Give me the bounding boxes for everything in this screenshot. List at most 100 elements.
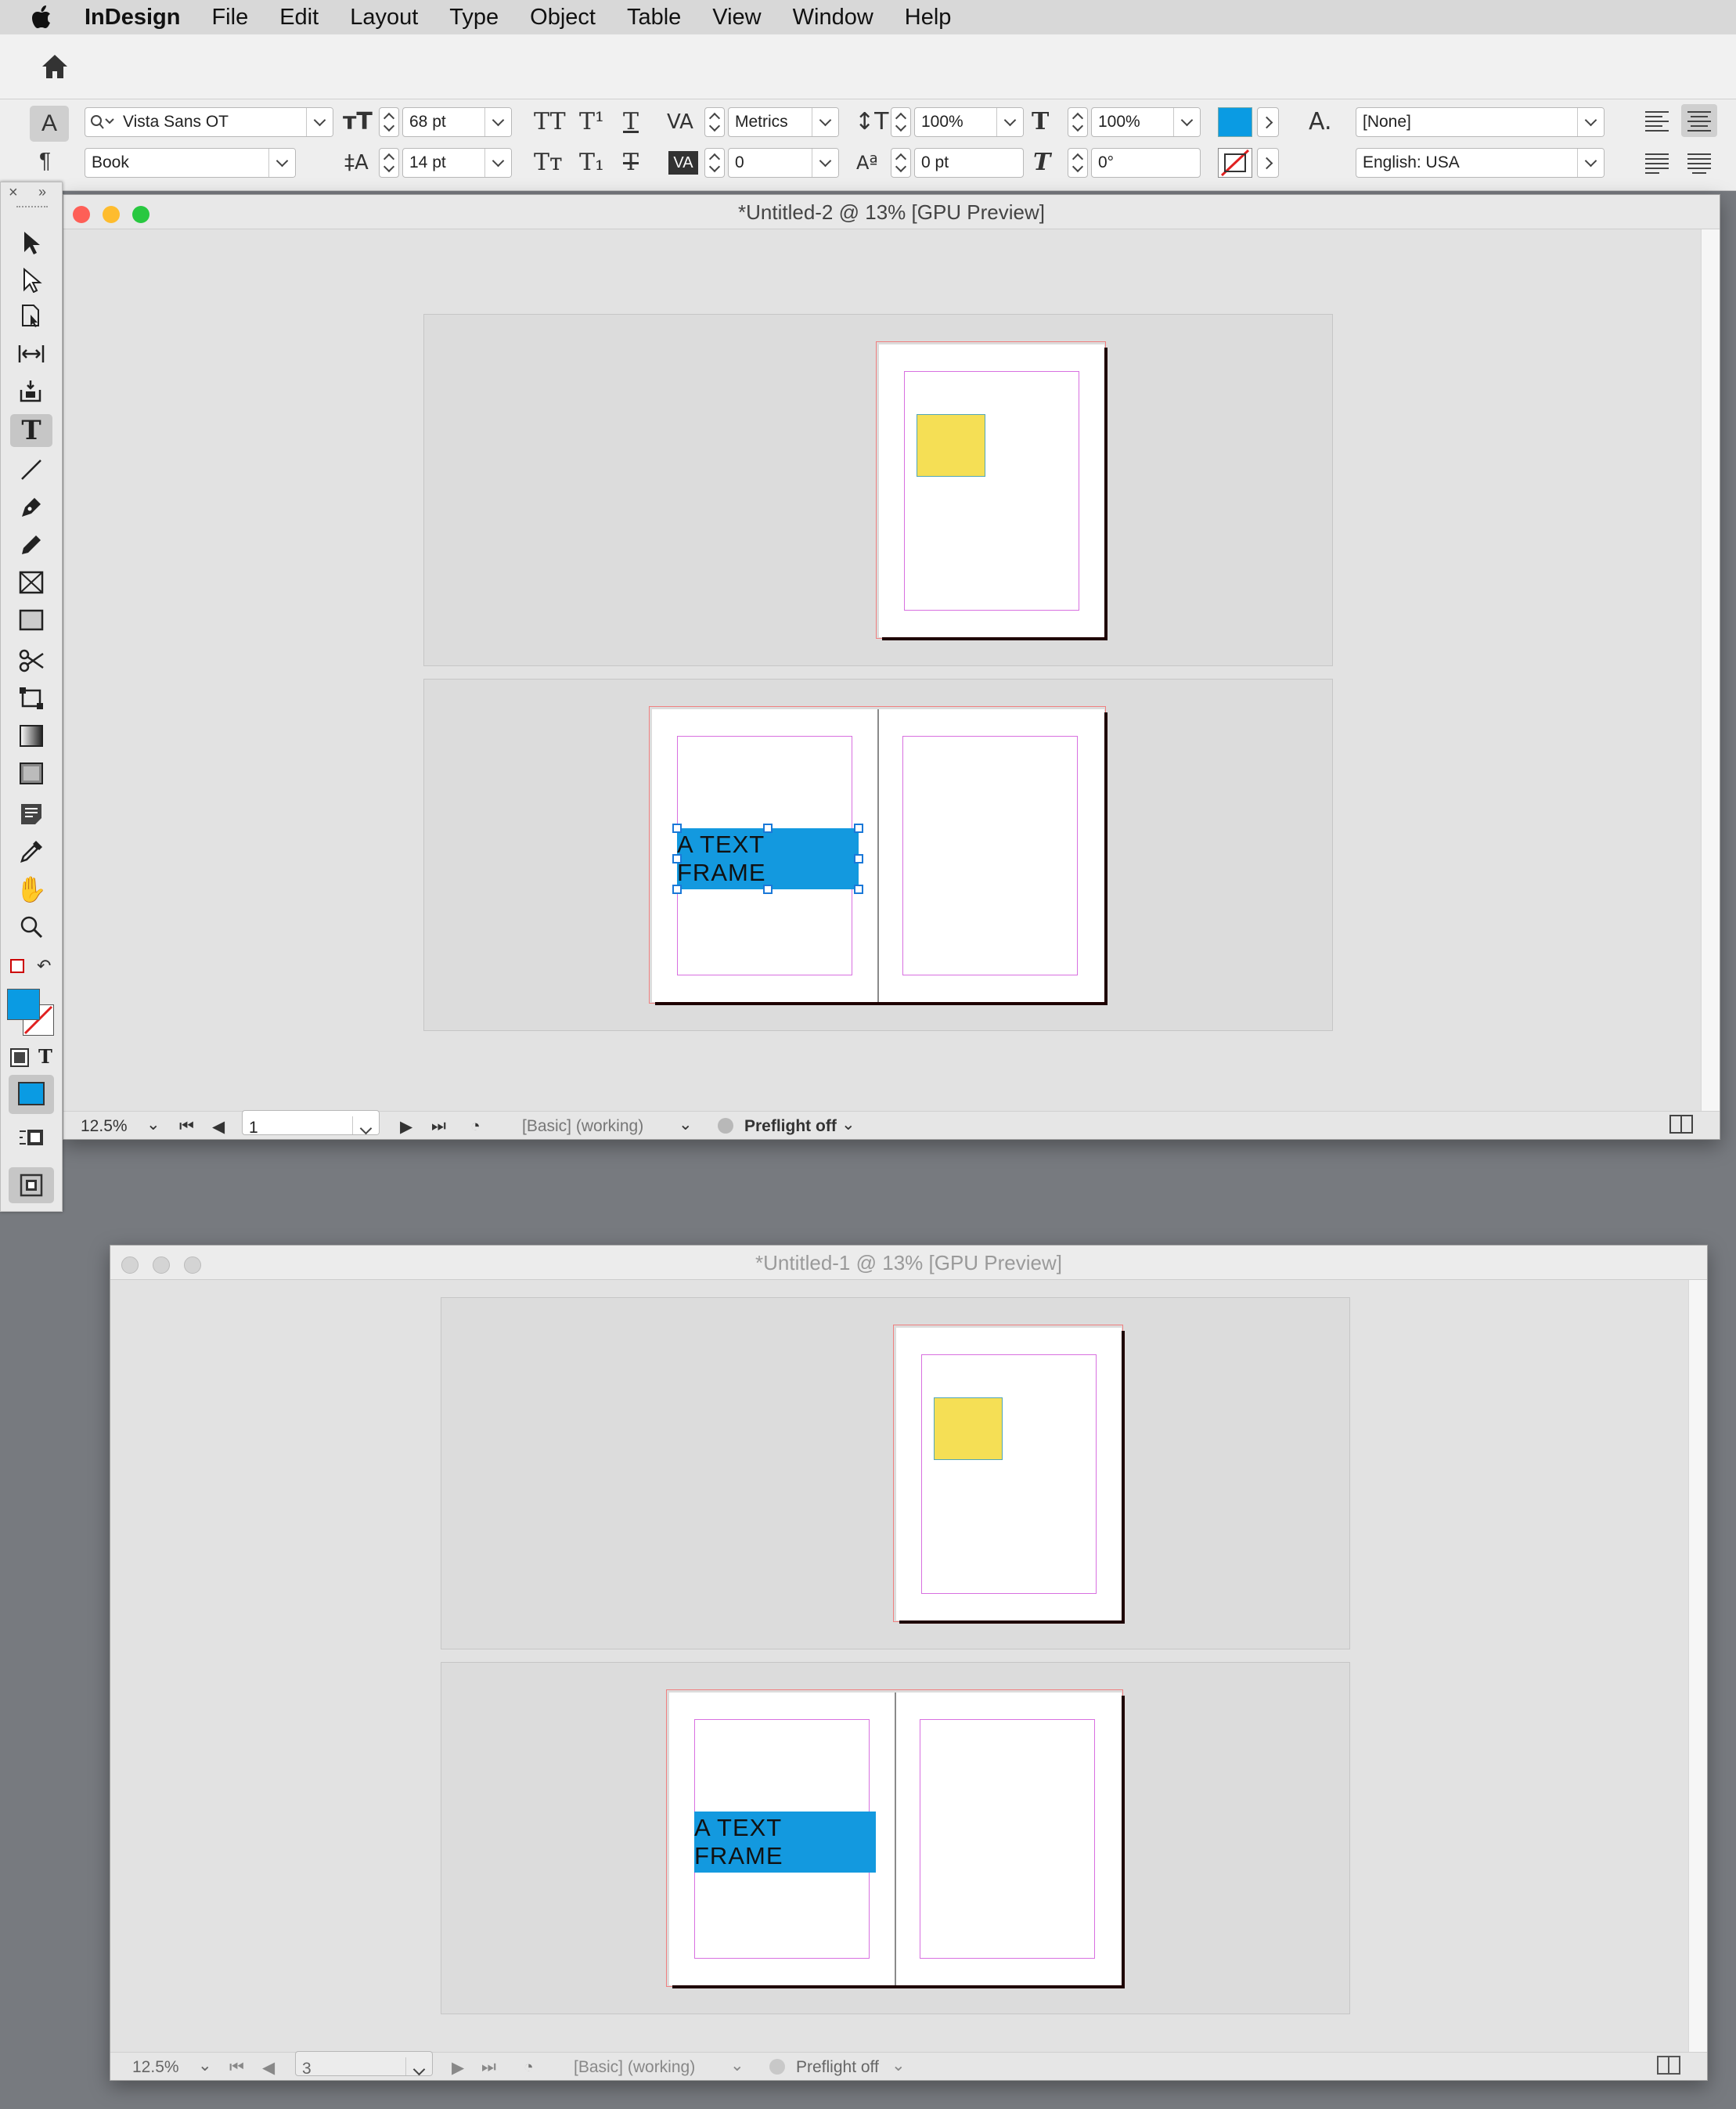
chevron-down-icon[interactable]: ⌄: [198, 2056, 212, 2075]
first-page-icon[interactable]: ⏮: [229, 2058, 244, 2077]
formatting-container-icon[interactable]: [10, 1048, 29, 1067]
character-mode-button[interactable]: A: [30, 106, 69, 142]
menu-view[interactable]: View: [697, 5, 776, 31]
preflight-status-icon[interactable]: ◔: [470, 1117, 481, 1136]
minimize-button[interactable]: [103, 206, 120, 223]
selected-text-frame[interactable]: A TEXT FRAME: [677, 828, 859, 889]
vertical-scale-field[interactable]: 100%: [914, 107, 1024, 137]
page[interactable]: A TEXT FRAME: [652, 709, 1104, 1002]
chevron-down-icon[interactable]: [352, 1116, 379, 1134]
line-tool-icon[interactable]: [10, 453, 52, 486]
align-center-icon[interactable]: [1681, 104, 1717, 137]
kerning-stepper[interactable]: [704, 107, 725, 137]
stroke-none-swatch[interactable]: [1218, 148, 1252, 178]
menu-file[interactable]: File: [196, 5, 264, 31]
first-page-icon[interactable]: ⏮: [179, 1117, 194, 1136]
subscript-icon[interactable]: T₁: [579, 148, 604, 178]
selection-handle[interactable]: [672, 885, 682, 894]
rectangle-tool-icon[interactable]: [10, 604, 52, 636]
gap-tool-icon[interactable]: [10, 337, 52, 370]
zoom-level[interactable]: 12.5%: [132, 2058, 179, 2077]
gradient-feather-tool-icon[interactable]: [10, 757, 52, 790]
formatting-text-icon[interactable]: T: [38, 1045, 52, 1068]
content-collector-tool-icon[interactable]: [10, 375, 52, 408]
skew-stepper[interactable]: [1068, 148, 1088, 178]
menu-app[interactable]: InDesign: [69, 5, 196, 31]
screen-mode-button[interactable]: [9, 1167, 54, 1203]
selection-handle[interactable]: [672, 824, 682, 833]
split-window-icon[interactable]: [1669, 1115, 1693, 1134]
chevron-down-icon[interactable]: [1577, 149, 1604, 177]
preflight-profile[interactable]: [Basic] (working): [574, 2058, 695, 2077]
swap-colors-icon[interactable]: ↶: [37, 956, 51, 976]
strikethrough-icon[interactable]: T: [623, 148, 639, 178]
direct-selection-tool-icon[interactable]: [10, 264, 52, 297]
selection-handle[interactable]: [763, 824, 773, 833]
page[interactable]: A TEXT FRAME: [669, 1693, 1122, 1985]
page[interactable]: [896, 1328, 1122, 1621]
vertical-scrollbar[interactable]: [1701, 229, 1720, 1111]
font-size-stepper[interactable]: [379, 107, 399, 137]
small-caps-icon[interactable]: Tт: [534, 148, 563, 178]
horizontal-scale-stepper[interactable]: [1068, 107, 1088, 137]
character-style-field[interactable]: [None]: [1356, 107, 1605, 137]
chevron-down-icon[interactable]: [812, 108, 838, 136]
minimize-button[interactable]: [153, 1256, 170, 1274]
selection-handle[interactable]: [854, 824, 863, 833]
close-button[interactable]: [121, 1256, 139, 1274]
chevron-down-icon[interactable]: ⌄: [841, 1115, 855, 1134]
hand-tool-icon[interactable]: ✋: [10, 873, 52, 906]
leading-field[interactable]: 14 pt: [402, 148, 512, 178]
fill-swatch[interactable]: [7, 989, 40, 1020]
page-number-field[interactable]: 3: [295, 2051, 433, 2076]
last-page-icon[interactable]: ⏭: [481, 2058, 496, 2077]
chevron-down-icon[interactable]: [484, 108, 511, 136]
selection-tool-icon[interactable]: [10, 226, 52, 259]
vertical-scrollbar[interactable]: [1688, 1280, 1707, 2052]
superscript-icon[interactable]: T¹: [579, 107, 604, 137]
menu-type[interactable]: Type: [434, 5, 514, 31]
chevron-down-icon[interactable]: [1173, 108, 1200, 136]
page-tool-icon[interactable]: [10, 300, 52, 333]
close-panel-icon[interactable]: ×: [9, 184, 18, 202]
type-tool-icon[interactable]: T: [10, 414, 52, 447]
chevron-down-icon[interactable]: [996, 108, 1023, 136]
note-tool-icon[interactable]: [10, 798, 52, 831]
menu-edit[interactable]: Edit: [264, 5, 334, 31]
page[interactable]: [879, 344, 1104, 637]
chevron-down-icon[interactable]: [812, 149, 838, 177]
selection-handle[interactable]: [672, 854, 682, 863]
selection-handle[interactable]: [854, 854, 863, 863]
menu-object[interactable]: Object: [514, 5, 611, 31]
baseline-shift-stepper[interactable]: [891, 148, 911, 178]
chevron-down-icon[interactable]: ⌄: [730, 2056, 744, 2075]
eyedropper-tool-icon[interactable]: [10, 835, 52, 868]
chevron-down-icon[interactable]: ⌄: [891, 2056, 906, 2075]
text-frame[interactable]: A TEXT FRAME: [694, 1812, 876, 1873]
font-style-field[interactable]: Book: [85, 148, 296, 178]
last-page-icon[interactable]: ⏭: [431, 1117, 446, 1136]
zoom-button[interactable]: [132, 206, 149, 223]
menu-window[interactable]: Window: [777, 5, 889, 31]
next-page-icon[interactable]: ▶: [400, 1117, 412, 1137]
selection-handle[interactable]: [854, 885, 863, 894]
prev-page-icon[interactable]: ◀: [212, 1117, 225, 1137]
text-frame-content[interactable]: A TEXT FRAME: [694, 1814, 876, 1870]
panel-grip[interactable]: [16, 206, 48, 211]
yellow-rectangle[interactable]: [917, 414, 985, 477]
zoom-button[interactable]: [184, 1256, 201, 1274]
pencil-tool-icon[interactable]: [10, 528, 52, 561]
apple-icon[interactable]: [0, 5, 69, 29]
kerning-field[interactable]: Metrics: [728, 107, 839, 137]
paragraph-mode-button[interactable]: ¶: [39, 148, 51, 173]
leading-stepper[interactable]: [379, 148, 399, 178]
selection-handle[interactable]: [763, 885, 773, 894]
justify-left-icon[interactable]: [1644, 151, 1670, 175]
baseline-shift-field[interactable]: 0 pt: [914, 148, 1024, 178]
zoom-tool-icon[interactable]: [10, 910, 52, 943]
rectangle-frame-tool-icon[interactable]: [10, 566, 52, 599]
font-size-field[interactable]: 68 pt: [402, 107, 512, 137]
align-left-icon[interactable]: [1644, 109, 1670, 132]
text-frame-content[interactable]: A TEXT FRAME: [677, 831, 859, 887]
close-button[interactable]: [73, 206, 90, 223]
